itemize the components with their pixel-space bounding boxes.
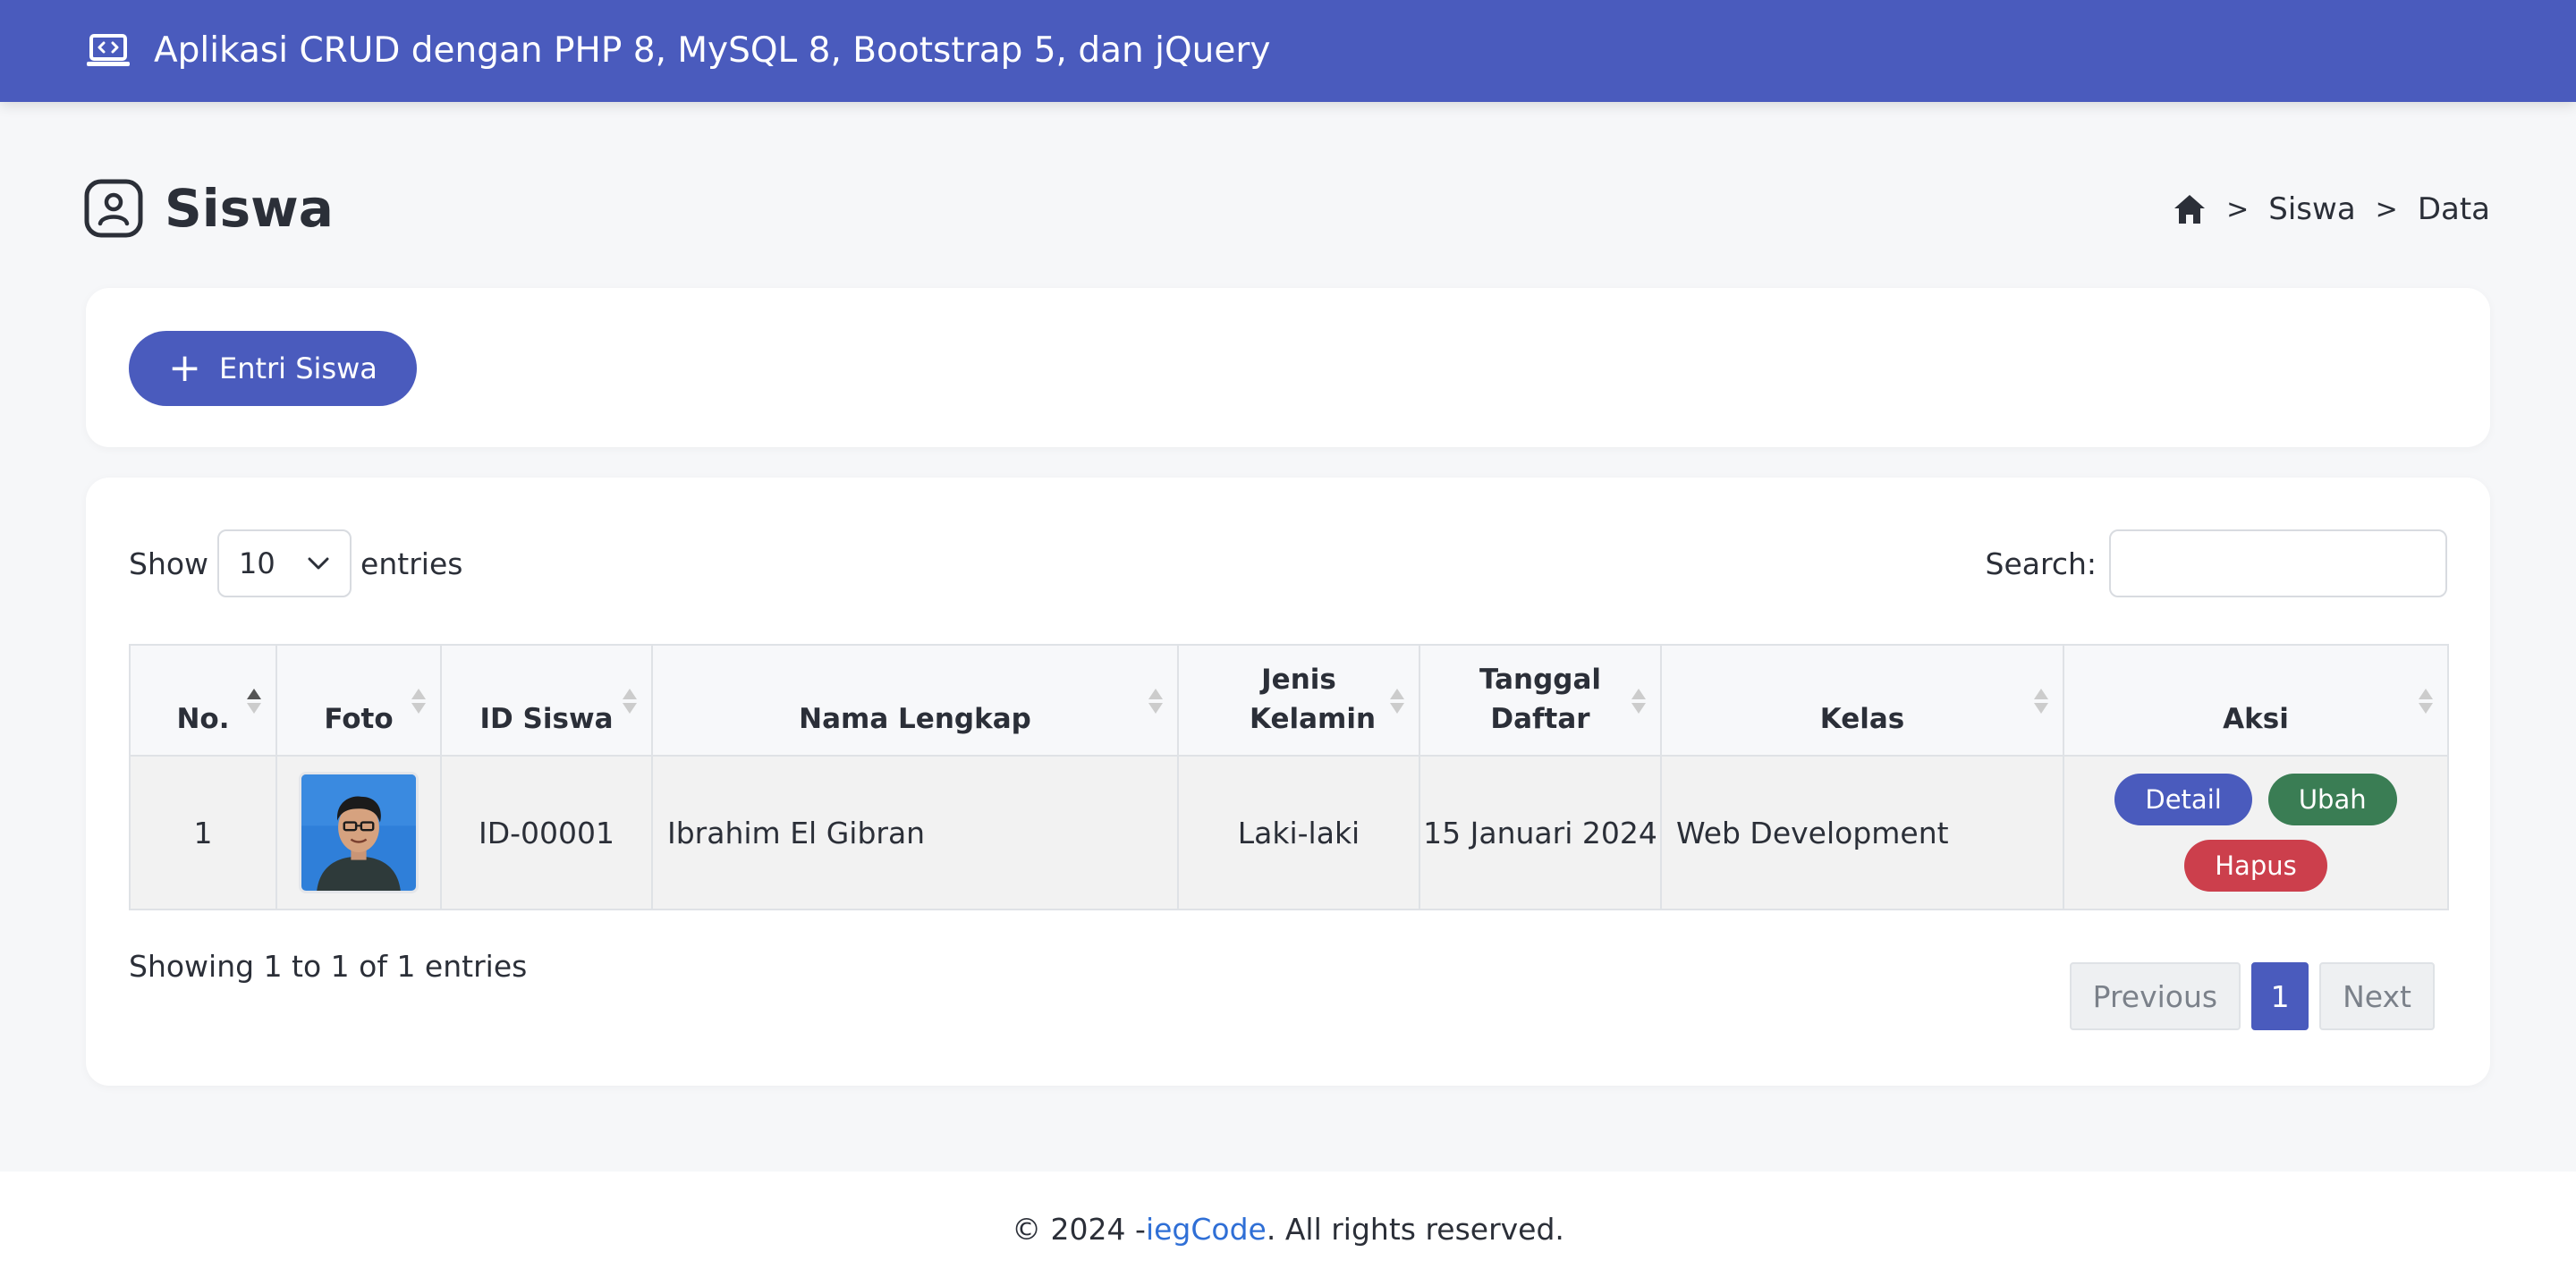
add-student-label: Entri Siswa [218, 351, 377, 385]
sort-icon [2034, 689, 2048, 714]
breadcrumb: > Siswa > Data [2173, 188, 2490, 231]
search-label: Search: [1985, 546, 2097, 581]
detail-button[interactable]: Detail [2114, 774, 2252, 825]
column-label: Kelas [1819, 703, 1905, 735]
column-header-foto[interactable]: Foto [275, 644, 442, 757]
students-table-wrapper: No. Foto ID Siswa Nama Lengkap Jenis Kel… [129, 644, 2449, 910]
entries-label: entries [360, 546, 463, 581]
next-page-button[interactable]: Next [2319, 962, 2435, 1030]
table-info: Showing 1 to 1 of 1 entries [129, 949, 528, 984]
column-header-aksi[interactable]: Aksi [2063, 644, 2449, 757]
footer-copyright: © 2024 - [1012, 1211, 1146, 1247]
user-square-icon [84, 179, 143, 238]
sort-icon [623, 689, 637, 714]
search-input[interactable] [2109, 529, 2447, 597]
add-student-button[interactable]: + Entri Siswa [129, 331, 417, 406]
entries-select[interactable]: 10 [217, 529, 352, 597]
page-footer: © 2024 - iegCode. All rights reserved. [0, 1172, 2576, 1286]
breadcrumb-item-data: Data [2417, 191, 2490, 227]
column-label: Aksi [2223, 703, 2289, 735]
chevron-right-icon: > [2375, 193, 2398, 225]
column-header-id-siswa[interactable]: ID Siswa [440, 644, 653, 757]
cell-id-siswa: ID-00001 [440, 755, 653, 910]
column-label: Foto [324, 703, 394, 735]
column-label: Nama Lengkap [799, 703, 1031, 735]
column-label: Jenis Kelamin [1250, 664, 1377, 735]
datatable-card: Show 10 entries Search: No. Foto ID Sisw… [86, 478, 2490, 1086]
student-photo [299, 772, 419, 893]
sort-ascending-icon [247, 689, 261, 714]
column-header-no[interactable]: No. [129, 644, 277, 757]
cell-jenis-kelamin: Laki-laki [1177, 755, 1420, 910]
column-header-nama-lengkap[interactable]: Nama Lengkap [651, 644, 1179, 757]
sort-icon [2419, 689, 2433, 714]
sort-icon [1390, 689, 1404, 714]
delete-button[interactable]: Hapus [2184, 840, 2327, 892]
column-header-kelas[interactable]: Kelas [1660, 644, 2064, 757]
sort-icon [411, 689, 426, 714]
table-header-row: No. Foto ID Siswa Nama Lengkap Jenis Kel… [129, 644, 2449, 757]
column-header-tanggal-daftar[interactable]: Tanggal Daftar [1419, 644, 1662, 757]
cell-foto [275, 755, 442, 910]
cell-kelas: Web Development [1660, 755, 2064, 910]
page-button-current[interactable]: 1 [2251, 962, 2309, 1030]
action-card: + Entri Siswa [86, 288, 2490, 447]
top-navbar: Aplikasi CRUD dengan PHP 8, MySQL 8, Boo… [0, 0, 2576, 102]
cell-aksi: Detail Ubah Hapus [2063, 755, 2449, 910]
plus-icon: + [168, 345, 201, 391]
page-title: Siswa [165, 178, 334, 239]
cell-no: 1 [129, 755, 277, 910]
previous-page-button[interactable]: Previous [2069, 962, 2241, 1030]
pagination: Previous 1 Next [2069, 962, 2435, 1030]
app-title: Aplikasi CRUD dengan PHP 8, MySQL 8, Boo… [154, 30, 1271, 71]
laptop-code-icon [87, 34, 130, 66]
table-row: 1 ID-00001 Ibrahim El Gibran Laki-laki 1… [129, 755, 2449, 910]
column-label: ID Siswa [479, 703, 614, 735]
show-label: Show [129, 546, 209, 581]
sort-icon [1148, 689, 1163, 714]
cell-nama-lengkap: Ibrahim El Gibran [651, 755, 1179, 910]
entries-length-control: Show 10 entries [129, 529, 462, 597]
chevron-down-icon [308, 557, 329, 570]
home-icon[interactable] [2173, 193, 2207, 225]
footer-link[interactable]: iegCode [1146, 1212, 1267, 1247]
students-table: No. Foto ID Siswa Nama Lengkap Jenis Kel… [129, 644, 2449, 910]
breadcrumb-item-siswa[interactable]: Siswa [2268, 191, 2355, 227]
column-label: Tanggal Daftar [1479, 664, 1602, 735]
row-actions: Detail Ubah Hapus [2064, 774, 2447, 892]
edit-button[interactable]: Ubah [2267, 774, 2397, 825]
footer-rights: . All rights reserved. [1266, 1211, 1564, 1247]
column-label: No. [176, 703, 230, 735]
entries-select-value: 10 [239, 546, 275, 580]
sort-icon [1631, 689, 1646, 714]
column-header-jenis-kelamin[interactable]: Jenis Kelamin [1177, 644, 1420, 757]
chevron-right-icon: > [2226, 193, 2250, 225]
cell-tanggal-daftar: 15 Januari 2024 [1419, 755, 1662, 910]
search-control: Search: [1985, 529, 2447, 597]
